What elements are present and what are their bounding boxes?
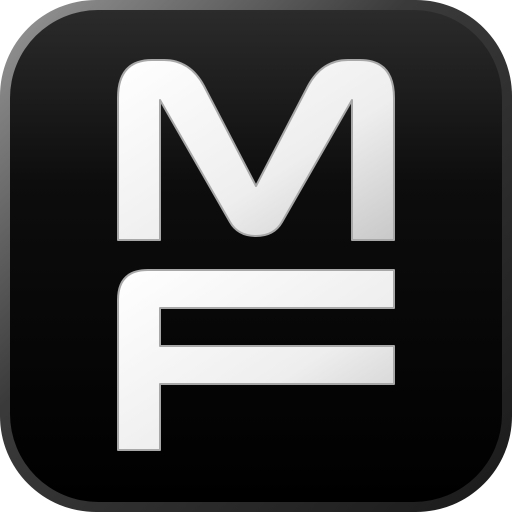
app-icon-stage: MF — [0, 0, 512, 512]
mf-app-icon[interactable] — [0, 0, 512, 512]
icon-background — [10, 10, 502, 502]
